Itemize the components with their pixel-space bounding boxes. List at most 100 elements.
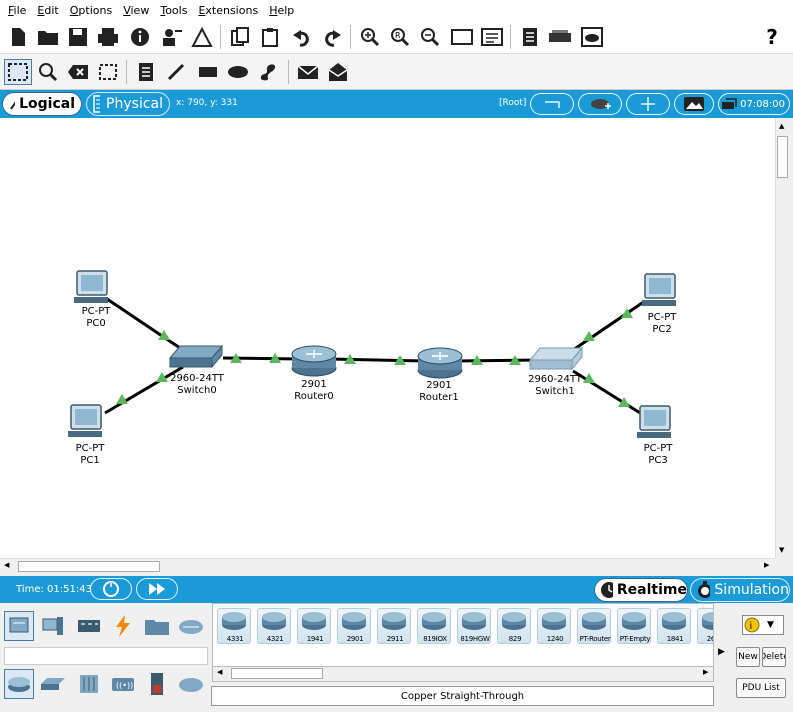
device-list-scroll-thumb[interactable] bbox=[231, 668, 323, 679]
menu-help[interactable]: Help bbox=[269, 4, 294, 17]
zoom-out-icon[interactable] bbox=[418, 25, 442, 49]
move-object-button[interactable] bbox=[626, 93, 670, 115]
info-icon[interactable] bbox=[128, 25, 152, 49]
scenario-selector[interactable]: i ▼ bbox=[742, 615, 784, 635]
device-tile[interactable]: 2901 bbox=[337, 608, 371, 644]
clock-icon bbox=[601, 582, 613, 598]
undo-icon[interactable] bbox=[290, 25, 314, 49]
pdu-list-button[interactable]: PDU List bbox=[736, 678, 786, 698]
zoom-reset-icon[interactable]: R bbox=[388, 25, 412, 49]
pc2-icon bbox=[642, 273, 676, 306]
routers-category-icon[interactable] bbox=[4, 669, 34, 699]
realtime-mode-button[interactable]: Realtime bbox=[594, 578, 688, 602]
device-tile[interactable]: 4321 bbox=[257, 608, 291, 644]
device-tile[interactable]: 819IOX bbox=[417, 608, 451, 644]
drawing-palette-icon[interactable] bbox=[450, 25, 474, 49]
copy-icon[interactable] bbox=[228, 25, 252, 49]
dev-scroll-right-icon[interactable]: ▶ bbox=[703, 668, 708, 676]
tab-physical[interactable]: Physical bbox=[86, 92, 170, 116]
miscellaneous-icon[interactable] bbox=[142, 611, 172, 641]
clock-pill[interactable]: 07:08:00 bbox=[718, 93, 790, 115]
scroll-right-icon[interactable]: ▶ bbox=[764, 561, 769, 569]
add-simple-pdu-icon[interactable] bbox=[296, 60, 320, 84]
hubs-category-icon[interactable] bbox=[74, 669, 104, 699]
logical-workspace-canvas[interactable]: PC-PT PC0 PC-PT PC1 PC-PT PC2 PC-PT PC3 … bbox=[0, 118, 775, 558]
menu-extensions[interactable]: Extensions bbox=[198, 4, 258, 17]
components-icon[interactable] bbox=[74, 611, 104, 641]
redo-icon[interactable] bbox=[320, 25, 344, 49]
open-folder-icon[interactable] bbox=[36, 25, 60, 49]
horizontal-scroll-thumb[interactable] bbox=[18, 561, 160, 572]
delete-icon[interactable] bbox=[66, 60, 90, 84]
notes-icon[interactable] bbox=[518, 25, 542, 49]
device-tile[interactable]: 819HGW bbox=[457, 608, 491, 644]
place-note-icon[interactable] bbox=[134, 60, 158, 84]
paste-icon[interactable] bbox=[258, 25, 282, 49]
draw-ellipse-icon[interactable] bbox=[226, 60, 250, 84]
device-tile[interactable]: PT-Router bbox=[577, 608, 611, 644]
new-cluster-button[interactable] bbox=[578, 93, 622, 115]
help-icon[interactable]: ? bbox=[760, 25, 784, 49]
device-tile[interactable]: 2911 bbox=[377, 608, 411, 644]
scroll-down-icon[interactable]: ▼ bbox=[779, 546, 784, 554]
device-tile[interactable]: 1841 bbox=[657, 608, 691, 644]
simulation-mode-button[interactable]: Simulation bbox=[690, 578, 790, 602]
draw-rectangle-icon[interactable] bbox=[196, 60, 220, 84]
device-tile[interactable]: 1941 bbox=[297, 608, 331, 644]
menu-options[interactable]: Options bbox=[70, 4, 112, 17]
delete-scenario-button[interactable]: Delete bbox=[762, 647, 786, 667]
power-cycle-button[interactable] bbox=[90, 578, 132, 600]
device-tile[interactable]: PT-Empty bbox=[617, 608, 651, 644]
vertical-scroll-thumb[interactable] bbox=[777, 136, 788, 178]
select-icon[interactable] bbox=[4, 59, 32, 85]
tab-logical[interactable]: Logical bbox=[2, 92, 82, 116]
cloud-icon[interactable] bbox=[580, 25, 604, 49]
router-device-icon bbox=[622, 612, 646, 630]
pc3-label: PC-PT PC3 bbox=[628, 443, 688, 467]
scroll-up-icon[interactable]: ▲ bbox=[779, 122, 784, 130]
save-icon[interactable] bbox=[66, 25, 90, 49]
freeform-icon[interactable] bbox=[256, 60, 280, 84]
device-tile[interactable]: 829 bbox=[497, 608, 531, 644]
back-button[interactable] bbox=[530, 93, 574, 115]
device-tile[interactable]: 4331 bbox=[217, 608, 251, 644]
inspect-icon[interactable] bbox=[36, 60, 60, 84]
switch0-name: Switch0 bbox=[177, 385, 217, 396]
canvas-vertical-scrollbar[interactable]: ▲ ▼ bbox=[775, 118, 789, 558]
custom-devices-dialog-icon[interactable] bbox=[480, 25, 504, 49]
scroll-left-icon[interactable]: ◀ bbox=[4, 561, 9, 569]
multiuser-icon[interactable] bbox=[176, 611, 206, 641]
network-devices-icon[interactable] bbox=[4, 611, 34, 641]
pc0-name: PC0 bbox=[86, 318, 106, 329]
resize-shape-icon[interactable] bbox=[96, 60, 120, 84]
viewport-icon bbox=[722, 98, 737, 109]
router-device-icon bbox=[502, 612, 526, 630]
print-icon[interactable] bbox=[96, 25, 120, 49]
network-info-icon[interactable] bbox=[548, 25, 572, 49]
new-file-icon[interactable] bbox=[6, 25, 30, 49]
dev-scroll-left-icon[interactable]: ◀ bbox=[217, 668, 222, 676]
device-tile[interactable]: 1240 bbox=[537, 608, 571, 644]
zoom-in-icon[interactable] bbox=[358, 25, 382, 49]
new-scenario-button[interactable]: New bbox=[736, 647, 760, 667]
switches-category-icon[interactable] bbox=[38, 669, 68, 699]
add-complex-pdu-icon[interactable] bbox=[326, 60, 350, 84]
set-background-button[interactable] bbox=[674, 93, 714, 115]
security-category-icon[interactable] bbox=[142, 669, 172, 699]
activity-wizard-icon[interactable] bbox=[160, 25, 184, 49]
fast-forward-button[interactable] bbox=[136, 578, 178, 600]
custom-device-icon[interactable] bbox=[190, 25, 214, 49]
draw-line-icon[interactable] bbox=[164, 60, 188, 84]
menu-tools[interactable]: Tools bbox=[160, 4, 187, 17]
canvas-horizontal-scrollbar[interactable]: ◀ ▶ bbox=[0, 558, 775, 574]
menu-file[interactable]: File bbox=[8, 4, 26, 17]
device-tile[interactable]: 2620 bbox=[697, 608, 713, 644]
menu-view[interactable]: View bbox=[123, 4, 149, 17]
end-devices-icon[interactable] bbox=[38, 611, 68, 641]
wireless-category-icon[interactable]: ((•)) bbox=[108, 669, 138, 699]
device-list-scrollbar[interactable]: ◀ ▶ bbox=[212, 666, 714, 682]
menu-edit[interactable]: Edit bbox=[37, 4, 58, 17]
category-search-field[interactable] bbox=[4, 647, 208, 665]
connections-icon[interactable] bbox=[108, 611, 138, 641]
wan-emulation-category-icon[interactable] bbox=[176, 669, 206, 699]
